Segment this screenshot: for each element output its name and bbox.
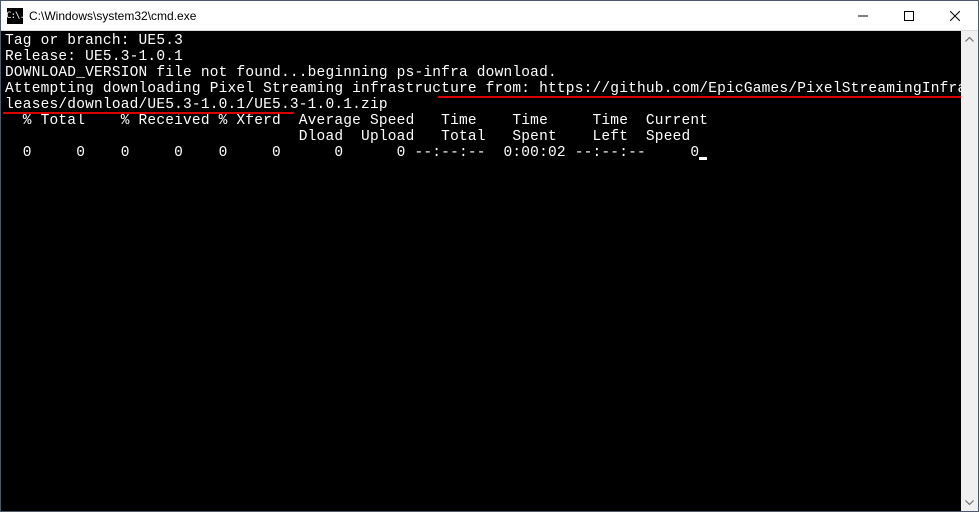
close-icon [950,11,960,21]
chevron-up-icon [965,37,974,42]
scroll-down-button[interactable] [961,494,978,511]
window-controls [840,1,978,30]
maximize-icon [904,11,914,21]
output-line: 0 0 0 0 0 0 0 0 --:--:-- 0:00:02 --:--:-… [5,145,699,161]
vertical-scrollbar[interactable] [961,31,978,511]
cmd-icon: C:\. [7,8,23,24]
scroll-up-button[interactable] [961,31,978,48]
window-title: C:\Windows\system32\cmd.exe [29,9,840,23]
terminal-content[interactable]: Tag or branch: UE5.3 Release: UE5.3-1.0.… [1,31,961,511]
chevron-down-icon [965,500,974,505]
output-line: Tag or branch: UE5.3 [5,33,183,49]
close-button[interactable] [932,1,978,30]
titlebar[interactable]: C:\. C:\Windows\system32\cmd.exe [1,1,978,31]
url-underline-1 [438,96,961,98]
minimize-button[interactable] [840,1,886,30]
output-line: Attempting downloading Pixel Streaming i… [5,81,961,97]
minimize-icon [858,11,868,21]
output-line: % Total % Received % Xferd Average Speed… [5,113,708,129]
output-line: leases/download/UE5.3-1.0.1/UE5.3-1.0.1.… [5,97,388,113]
output-line: Release: UE5.3-1.0.1 [5,49,183,65]
url-underline-2 [3,112,294,114]
maximize-button[interactable] [886,1,932,30]
terminal-area: Tag or branch: UE5.3 Release: UE5.3-1.0.… [1,31,978,511]
output-line: Dload Upload Total Spent Left Speed [5,129,690,145]
cursor [699,157,707,160]
cmd-window: C:\. C:\Windows\system32\cmd.exe Tag or … [0,0,979,512]
scrollbar-track[interactable] [961,48,978,494]
output-line: DOWNLOAD_VERSION file not found...beginn… [5,65,557,81]
